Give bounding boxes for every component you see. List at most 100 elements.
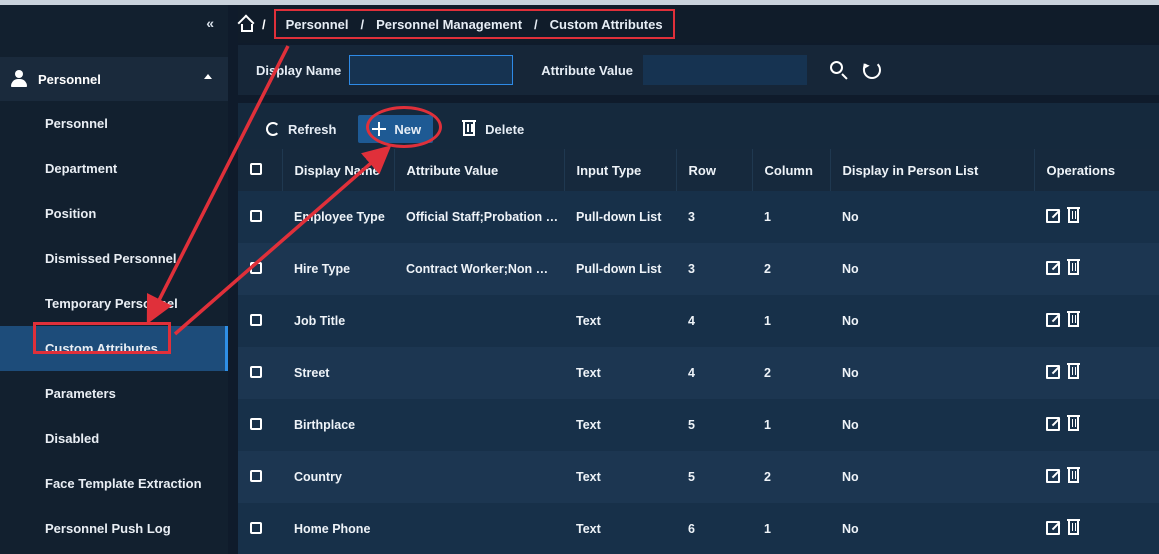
sidebar-item-parameters[interactable]: Parameters bbox=[0, 371, 228, 416]
select-all-checkbox[interactable] bbox=[250, 162, 262, 175]
cell-display-in-person-list: No bbox=[842, 522, 859, 536]
attribute-value-label: Attribute Value bbox=[541, 62, 634, 78]
edit-icon[interactable] bbox=[1046, 364, 1060, 379]
cell-attribute-value bbox=[394, 347, 564, 399]
cell-display-name: Employee Type bbox=[294, 210, 385, 224]
breadcrumb-bar: / Personnel / Personnel Management / Cus… bbox=[237, 5, 1159, 43]
cell-input-type: Text bbox=[576, 314, 601, 328]
sidebar-item-dismissed-personnel[interactable]: Dismissed Personnel bbox=[0, 236, 228, 281]
cell-input-type: Text bbox=[576, 366, 601, 380]
cell-column: 1 bbox=[764, 418, 771, 432]
sidebar-item-department[interactable]: Department bbox=[0, 146, 228, 191]
main-content: / Personnel / Personnel Management / Cus… bbox=[237, 5, 1159, 554]
edit-icon[interactable] bbox=[1046, 520, 1060, 535]
breadcrumb-item-personnel-management[interactable]: Personnel Management bbox=[376, 17, 522, 32]
filter-bar: Display Name Attribute Value bbox=[238, 45, 1159, 95]
cell-display-name: Country bbox=[294, 470, 342, 484]
sidebar-item-personnel-push-log[interactable]: Personnel Push Log bbox=[0, 506, 228, 551]
trash-icon[interactable] bbox=[1067, 362, 1080, 379]
cell-row: 6 bbox=[688, 522, 695, 536]
table-row[interactable]: Employee Type Official Staff;Probation …… bbox=[238, 191, 1159, 243]
breadcrumb-separator: / bbox=[262, 16, 266, 32]
row-checkbox[interactable] bbox=[250, 365, 262, 378]
cell-row: 5 bbox=[688, 418, 695, 432]
trash-icon[interactable] bbox=[1067, 466, 1080, 483]
home-icon[interactable] bbox=[237, 14, 256, 33]
cell-input-type: Pull-down List bbox=[576, 210, 662, 224]
edit-icon[interactable] bbox=[1046, 260, 1060, 275]
trash-icon[interactable] bbox=[1067, 518, 1080, 535]
cell-row: 3 bbox=[688, 210, 695, 224]
sidebar: « Personnel Personnel Department Positio… bbox=[0, 5, 228, 554]
trash-icon bbox=[462, 120, 477, 136]
row-checkbox[interactable] bbox=[250, 313, 262, 326]
table-row[interactable]: Hire Type Contract Worker;Non … Pull-dow… bbox=[238, 243, 1159, 295]
trash-icon[interactable] bbox=[1067, 310, 1080, 327]
edit-icon[interactable] bbox=[1046, 312, 1060, 327]
display-name-input[interactable] bbox=[349, 55, 514, 85]
delete-button[interactable]: Delete bbox=[462, 115, 524, 143]
column-header-display-name[interactable]: Display Name bbox=[282, 149, 395, 191]
cell-attribute-value bbox=[394, 399, 564, 451]
cell-display-in-person-list: No bbox=[842, 314, 859, 328]
cell-column: 1 bbox=[764, 522, 771, 536]
edit-icon[interactable] bbox=[1046, 208, 1060, 223]
cell-display-in-person-list: No bbox=[842, 366, 859, 380]
collapse-sidebar-icon[interactable]: « bbox=[206, 15, 214, 31]
table-row[interactable]: Street Text 4 2 No bbox=[238, 347, 1159, 399]
cell-input-type: Text bbox=[576, 470, 601, 484]
trash-icon[interactable] bbox=[1067, 206, 1080, 223]
edit-icon[interactable] bbox=[1046, 416, 1060, 431]
cell-attribute-value bbox=[394, 295, 564, 347]
attribute-value-input[interactable] bbox=[643, 55, 808, 85]
refresh-label: Refresh bbox=[288, 121, 337, 137]
row-checkbox[interactable] bbox=[250, 469, 262, 482]
row-checkbox[interactable] bbox=[250, 261, 262, 274]
cell-attribute-value bbox=[394, 451, 564, 503]
cell-column: 2 bbox=[764, 262, 771, 276]
row-checkbox[interactable] bbox=[250, 417, 262, 430]
column-header-column[interactable]: Column bbox=[752, 149, 831, 191]
refresh-button[interactable]: Refresh bbox=[266, 115, 336, 143]
sidebar-item-personnel[interactable]: Personnel bbox=[0, 101, 228, 146]
annotation-oval-new-button bbox=[366, 106, 442, 148]
search-icon[interactable] bbox=[829, 60, 849, 80]
cell-display-name: Home Phone bbox=[294, 522, 371, 536]
column-header-input-type[interactable]: Input Type bbox=[564, 149, 677, 191]
cell-row: 3 bbox=[688, 262, 695, 276]
cell-display-name: Job Title bbox=[294, 314, 346, 328]
sidebar-item-position[interactable]: Position bbox=[0, 191, 228, 236]
column-header-display-in-person-list[interactable]: Display in Person List bbox=[830, 149, 1035, 191]
table-row[interactable]: Job Title Text 4 1 No bbox=[238, 295, 1159, 347]
cell-column: 1 bbox=[764, 210, 771, 224]
cell-column: 2 bbox=[764, 366, 771, 380]
breadcrumb-separator: / bbox=[360, 16, 365, 32]
cell-attribute-value: Official Staff;Probation … bbox=[406, 210, 559, 224]
select-all-cell bbox=[238, 149, 283, 191]
breadcrumb-item-personnel[interactable]: Personnel bbox=[286, 17, 349, 32]
cell-attribute-value bbox=[394, 503, 564, 554]
cell-display-name: Street bbox=[294, 366, 330, 380]
reset-icon[interactable] bbox=[863, 61, 882, 79]
cell-column: 2 bbox=[764, 470, 771, 484]
edit-icon[interactable] bbox=[1046, 468, 1060, 483]
cell-attribute-value: Contract Worker;Non … bbox=[406, 262, 549, 276]
cell-display-name: Hire Type bbox=[294, 262, 351, 276]
cell-display-in-person-list: No bbox=[842, 470, 859, 484]
row-checkbox[interactable] bbox=[250, 209, 262, 222]
sidebar-item-temporary-personnel[interactable]: Temporary Personnel bbox=[0, 281, 228, 326]
column-header-attribute-value[interactable]: Attribute Value bbox=[394, 149, 565, 191]
table-row[interactable]: Country Text 5 2 No bbox=[238, 451, 1159, 503]
trash-icon[interactable] bbox=[1067, 414, 1080, 431]
sidebar-item-disabled[interactable]: Disabled bbox=[0, 416, 228, 461]
sidebar-item-face-template-extraction[interactable]: Face Template Extraction bbox=[0, 461, 228, 506]
trash-icon[interactable] bbox=[1067, 258, 1080, 275]
breadcrumb: Personnel / Personnel Management / Custo… bbox=[273, 9, 675, 39]
column-header-row[interactable]: Row bbox=[676, 149, 753, 191]
row-checkbox[interactable] bbox=[250, 521, 262, 534]
sidebar-section-personnel[interactable]: Personnel bbox=[0, 57, 228, 101]
cell-display-name: Birthplace bbox=[294, 418, 356, 432]
table-row[interactable]: Home Phone Text 6 1 No bbox=[238, 503, 1159, 554]
table-row[interactable]: Birthplace Text 5 1 No bbox=[238, 399, 1159, 451]
sidebar-section-label: Personnel bbox=[38, 71, 101, 87]
